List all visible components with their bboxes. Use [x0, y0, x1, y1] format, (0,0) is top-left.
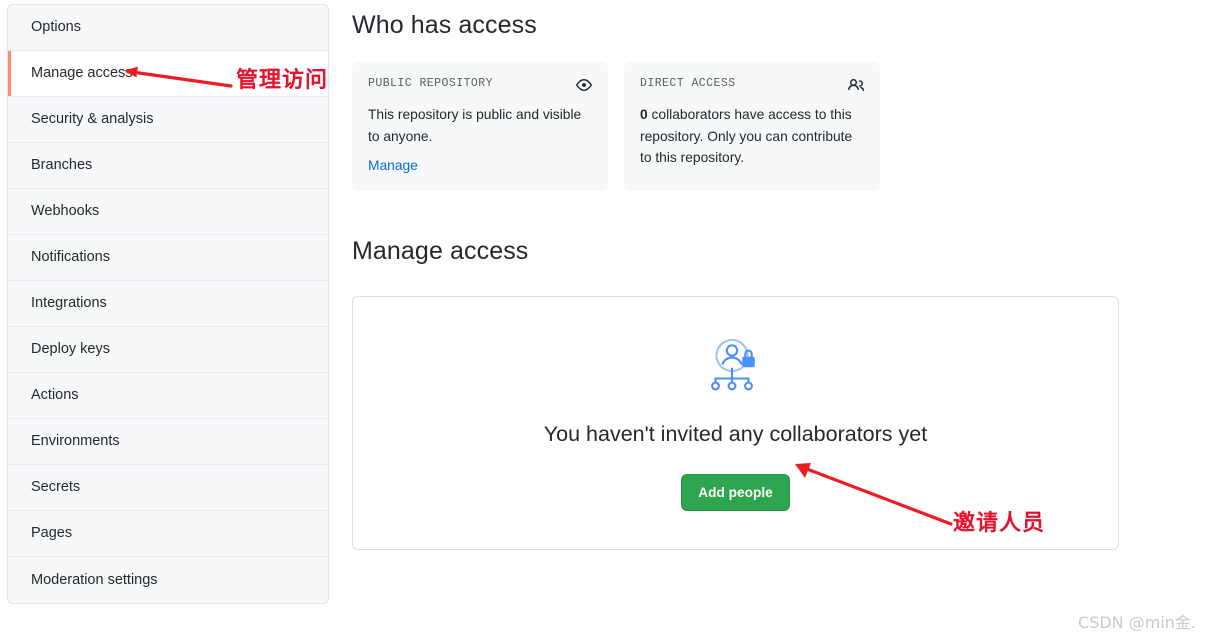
sidebar-item-label: Pages: [31, 525, 73, 542]
sidebar-item-label: Moderation settings: [31, 571, 158, 588]
card-body-text: 0 collaborators have access to this repo…: [640, 104, 864, 168]
eye-icon: [576, 77, 592, 93]
collaborator-count: 0: [640, 107, 648, 123]
who-has-access-title: Who has access: [352, 11, 537, 39]
sidebar-item-label: Integrations: [31, 295, 107, 312]
sidebar-item-label: Deploy keys: [31, 341, 110, 358]
sidebar-item-label: Secrets: [31, 479, 81, 496]
collaborator-text: collaborators have access to this reposi…: [640, 107, 853, 165]
card-header: PUBLIC REPOSITORY: [368, 77, 592, 93]
csdn-watermark: CSDN @min金.: [1078, 613, 1196, 632]
sidebar-item-actions[interactable]: Actions: [8, 373, 328, 419]
card-body-text: This repository is public and visible to…: [368, 107, 582, 144]
sidebar-item-options[interactable]: Options: [8, 5, 328, 51]
sidebar-item-integrations[interactable]: Integrations: [8, 281, 328, 327]
sidebar-item-secrets[interactable]: Secrets: [8, 465, 328, 511]
empty-state-heading: You haven't invited any collaborators ye…: [543, 422, 928, 447]
add-people-button[interactable]: Add people: [681, 474, 790, 512]
direct-access-card: DIRECT ACCESS 0 collaborators have acces…: [624, 62, 880, 191]
sidebar-item-moderation-settings[interactable]: Moderation settings: [8, 557, 328, 603]
people-lock-hierarchy-icon: [705, 335, 767, 400]
settings-sidebar: Options Manage access Security & analysi…: [7, 4, 329, 604]
page-root: Options Manage access Security & analysi…: [0, 0, 1208, 640]
sidebar-item-label: Options: [31, 19, 81, 36]
manage-link[interactable]: Manage: [368, 158, 418, 173]
sidebar-item-label: Actions: [31, 387, 79, 404]
sidebar-item-label: Environments: [31, 433, 120, 450]
sidebar-item-label: Notifications: [31, 249, 110, 266]
sidebar-item-label: Security & analysis: [31, 111, 154, 128]
sidebar-item-security-analysis[interactable]: Security & analysis: [8, 97, 328, 143]
card-header: DIRECT ACCESS: [640, 77, 865, 93]
sidebar-item-label: Branches: [31, 157, 93, 174]
sidebar-item-environments[interactable]: Environments: [8, 419, 328, 465]
card-label: DIRECT ACCESS: [640, 77, 736, 91]
annotation-invite-people-text: 邀请人员: [953, 511, 1046, 536]
sidebar-item-deploy-keys[interactable]: Deploy keys: [8, 327, 328, 373]
sidebar-item-label: Manage access: [31, 65, 133, 82]
people-icon: [848, 77, 865, 93]
sidebar-item-label: Webhooks: [31, 203, 100, 220]
sidebar-item-branches[interactable]: Branches: [8, 143, 328, 189]
sidebar-item-notifications[interactable]: Notifications: [8, 235, 328, 281]
access-cards-row: PUBLIC REPOSITORY This repository is pub…: [352, 62, 1182, 191]
sidebar-item-webhooks[interactable]: Webhooks: [8, 189, 328, 235]
sidebar-item-pages[interactable]: Pages: [8, 511, 328, 557]
card-label: PUBLIC REPOSITORY: [368, 77, 493, 91]
manage-access-title: Manage access: [352, 237, 529, 265]
main-content: Who has access PUBLIC REPOSITORY This re…: [352, 0, 1182, 551]
annotation-manage-access-text: 管理访问: [236, 68, 329, 93]
public-repository-card: PUBLIC REPOSITORY This repository is pub…: [352, 62, 608, 191]
